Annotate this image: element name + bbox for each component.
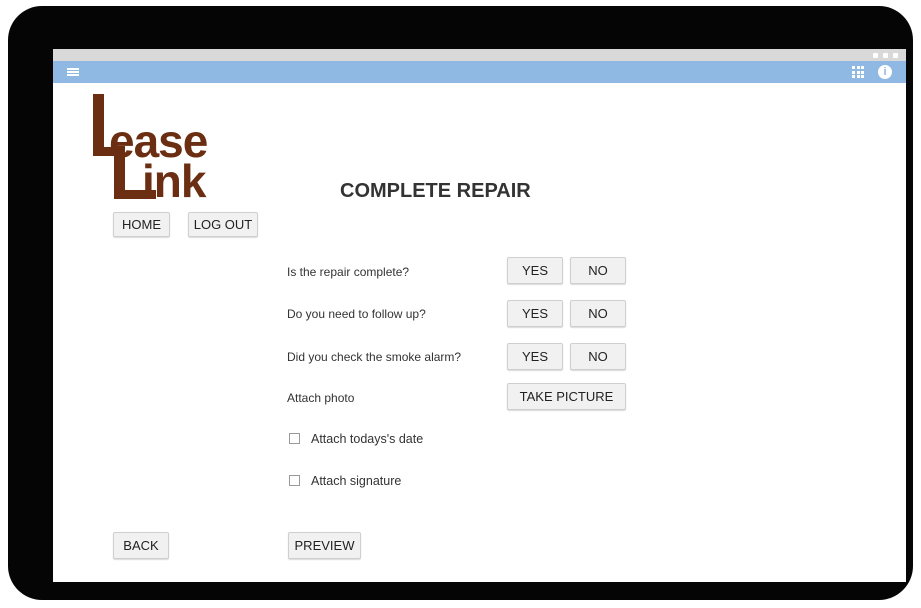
- attach-date-checkbox[interactable]: [289, 433, 300, 444]
- preview-button[interactable]: PREVIEW: [288, 532, 361, 559]
- grid-icon[interactable]: [852, 66, 864, 78]
- attach-date-label: Attach todays's date: [311, 432, 424, 446]
- logout-button[interactable]: LOG OUT: [188, 212, 258, 237]
- app-bar: i: [53, 61, 906, 83]
- wifi-icon: [873, 52, 878, 58]
- question-follow-up: Do you need to follow up?: [287, 307, 426, 321]
- question-smoke-alarm: Did you check the smoke alarm?: [287, 350, 462, 364]
- repair-complete-yes-button[interactable]: YES: [507, 257, 563, 284]
- home-button[interactable]: HOME: [113, 212, 170, 237]
- follow-up-yes-button[interactable]: YES: [507, 300, 563, 327]
- battery-icon: [893, 52, 898, 58]
- info-icon[interactable]: i: [878, 65, 892, 79]
- status-icons: [873, 49, 898, 61]
- smoke-alarm-yes-button[interactable]: YES: [507, 343, 563, 370]
- leaselink-logo: ease ink: [93, 94, 258, 207]
- attach-signature-checkbox[interactable]: [289, 475, 300, 486]
- app-screen: i ease ink COMPLETE REPAIR HOME LOG OUT …: [53, 49, 906, 582]
- logo-text-ink: ink: [142, 155, 206, 207]
- question-repair-complete: Is the repair complete?: [287, 265, 410, 279]
- attach-photo-label: Attach photo: [287, 391, 355, 405]
- status-bar: [53, 49, 906, 61]
- smoke-alarm-no-button[interactable]: NO: [570, 343, 626, 370]
- signal-icon: [883, 52, 888, 58]
- menu-icon[interactable]: [67, 68, 79, 76]
- page-title: COMPLETE REPAIR: [340, 180, 531, 202]
- take-picture-button[interactable]: TAKE PICTURE: [507, 383, 626, 410]
- back-button[interactable]: BACK: [113, 532, 169, 559]
- follow-up-no-button[interactable]: NO: [570, 300, 626, 327]
- tablet-frame: i ease ink COMPLETE REPAIR HOME LOG OUT …: [8, 6, 913, 600]
- repair-complete-no-button[interactable]: NO: [570, 257, 626, 284]
- attach-signature-label: Attach signature: [311, 474, 402, 488]
